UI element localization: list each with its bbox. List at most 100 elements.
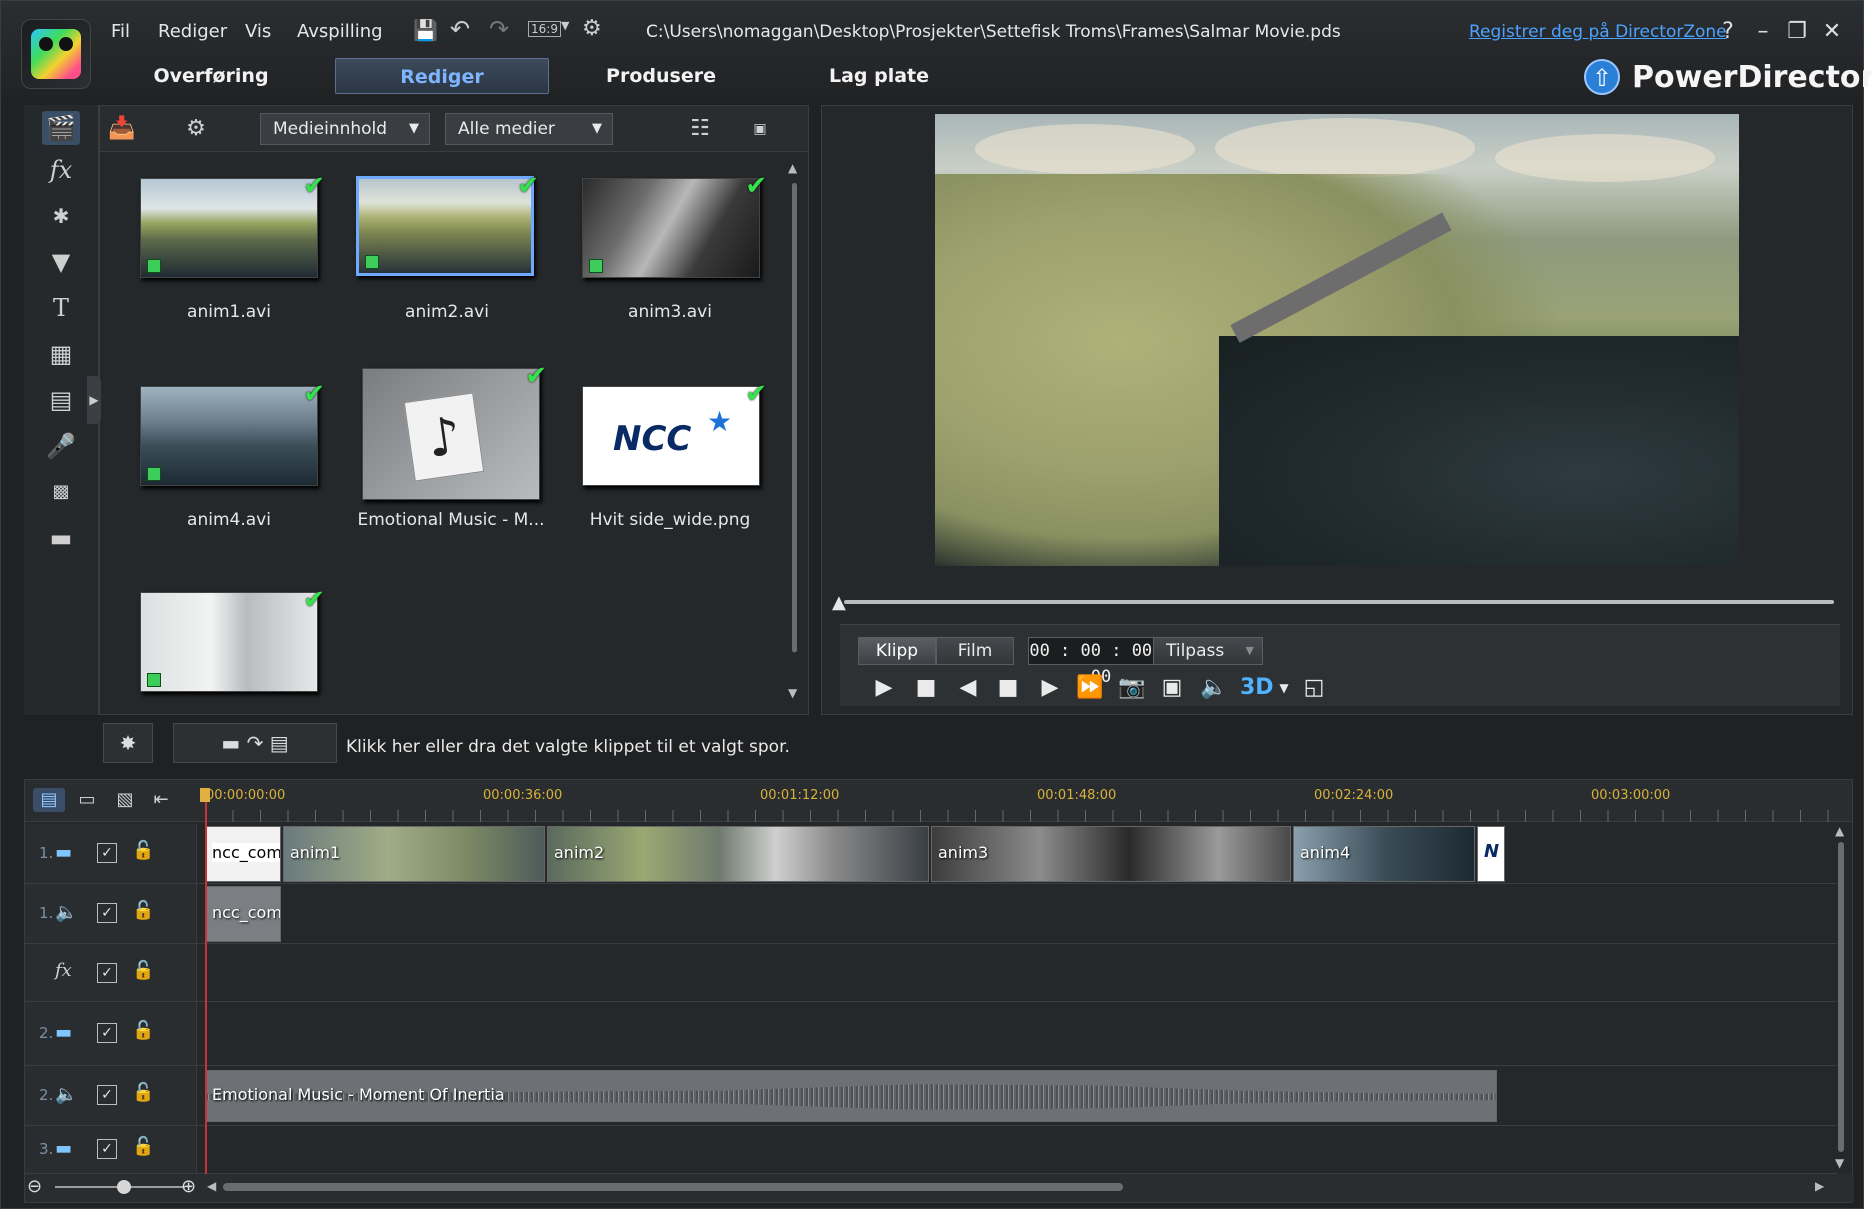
media-thumbnail[interactable]: ✔ ♪ (362, 361, 547, 500)
timeline-clip[interactable]: ncc_com (205, 826, 281, 882)
track-enable-checkbox[interactable]: ✓ (97, 1023, 117, 1043)
help-icon[interactable]: ? (1714, 19, 1742, 44)
scroll-thumb[interactable] (792, 183, 797, 653)
track-enable-checkbox[interactable]: ✓ (97, 1139, 117, 1159)
fit-dropdown[interactable]: Tilpass ▼ (1153, 637, 1263, 665)
previous-frame-icon[interactable]: ◀ (952, 673, 984, 703)
track-lock-icon[interactable]: 🔓 (132, 960, 154, 981)
title-room-icon[interactable]: T (42, 291, 80, 325)
track-lock-icon[interactable]: 🔓 (132, 1020, 154, 1041)
storyboard-view-icon[interactable]: ▭ (71, 788, 103, 812)
media-thumbnail[interactable]: ✔ (140, 585, 325, 692)
media-room-icon[interactable]: 🎬 (42, 111, 80, 145)
preview-scrubber[interactable]: ▲ (832, 592, 1844, 613)
fast-forward-icon[interactable]: ⏩ (1074, 673, 1106, 703)
undock-preview-icon[interactable]: ◱ (1298, 673, 1330, 703)
track-lock-icon[interactable]: 🔓 (132, 900, 154, 921)
close-icon[interactable]: ✕ (1818, 19, 1846, 44)
plugins-icon[interactable]: ⚙ (178, 114, 214, 144)
effects-room-icon[interactable]: fx (42, 153, 80, 187)
media-thumbnail[interactable]: ✔ (140, 171, 325, 278)
library-expander-icon[interactable]: ▶ (87, 376, 101, 424)
tab-edit[interactable]: Rediger (335, 58, 549, 94)
redo-icon[interactable]: ↷ (489, 15, 509, 43)
track-enable-checkbox[interactable]: ✓ (97, 903, 117, 923)
menu-edit[interactable]: Rediger (158, 21, 227, 42)
timeline-vertical-scrollbar[interactable]: ▲ ▼ (1831, 824, 1851, 1174)
add-to-track-button[interactable]: ▬ ↷ ▤ (173, 723, 337, 763)
audio-mixing-icon[interactable]: ▤ (42, 383, 80, 417)
media-thumbnail[interactable]: ✔ NCC ★ (582, 379, 767, 486)
menu-playback[interactable]: Avspilling (297, 21, 383, 42)
track-enable-checkbox[interactable]: ✓ (97, 843, 117, 863)
minimize-icon[interactable]: – (1749, 19, 1777, 44)
subtitle-room-icon[interactable]: ▬ (42, 521, 80, 555)
aspect-ratio-button[interactable]: 16:9 (528, 21, 561, 37)
zoom-out-icon[interactable]: ⊖ (27, 1176, 42, 1197)
scroll-down-icon[interactable]: ▼ (788, 686, 797, 700)
detail-view-icon[interactable]: ▣ (742, 114, 778, 144)
library-scrollbar[interactable]: ▲ ▼ (788, 161, 798, 701)
scroll-right-icon[interactable]: ▶ (1815, 1179, 1824, 1193)
timeline-playhead[interactable] (200, 788, 210, 1198)
zoom-in-icon[interactable]: ⊕ (181, 1176, 196, 1197)
particle-room-icon[interactable]: ▼ (42, 245, 80, 279)
menu-file[interactable]: Fil (111, 21, 130, 42)
tab-capture[interactable]: Overføring (141, 58, 281, 94)
voice-over-microphone-icon[interactable]: 🎤 (42, 429, 80, 463)
scrub-knob-icon[interactable]: ▲ (832, 592, 846, 613)
media-thumbnail-selected[interactable]: ✔ (356, 171, 539, 276)
volume-icon[interactable]: 🔈 (1198, 673, 1230, 703)
media-filter-dropdown[interactable]: Alle medier ▼ (445, 113, 613, 145)
timeline-view-icon[interactable]: ▤ (33, 788, 65, 812)
pip-objects-icon[interactable]: ✱ (42, 199, 80, 233)
timeline-clip[interactable]: anim3 (931, 826, 1291, 882)
magic-tools-icon[interactable]: ✸ (103, 723, 153, 763)
scroll-up-icon[interactable]: ▲ (1835, 824, 1844, 838)
grid-view-icon[interactable]: ☷ (682, 114, 718, 144)
tab-create-disc[interactable]: Lag plate (809, 58, 949, 94)
split-icon[interactable]: ■ (992, 673, 1024, 703)
scrub-track[interactable] (844, 600, 1834, 604)
horizontal-scroll-thumb[interactable] (223, 1183, 1123, 1191)
track-lock-icon[interactable]: 🔓 (132, 840, 154, 861)
track-lock-icon[interactable]: 🔓 (132, 1082, 154, 1103)
aspect-dropdown-icon[interactable]: ▼ (561, 19, 569, 32)
stop-icon[interactable]: ■ (910, 673, 942, 703)
menu-view[interactable]: Vis (245, 21, 271, 42)
maximize-icon[interactable]: ❐ (1783, 19, 1811, 44)
next-frame-icon[interactable]: ▶ (1034, 673, 1066, 703)
timeline-clip[interactable]: anim1 (283, 826, 545, 882)
media-thumbnail[interactable]: ✔ (140, 379, 325, 486)
track-enable-checkbox[interactable]: ✓ (97, 1085, 117, 1105)
save-icon[interactable]: 💾 (413, 18, 438, 42)
timeline-clip-image[interactable]: N (1477, 826, 1505, 882)
track-enable-checkbox[interactable]: ✓ (97, 963, 117, 983)
scroll-thumb[interactable] (1838, 842, 1844, 1152)
media-thumbnail[interactable]: ✔ (582, 171, 767, 278)
scroll-down-icon[interactable]: ▼ (1835, 1156, 1844, 1170)
scroll-left-icon[interactable]: ◀ (207, 1179, 216, 1193)
play-icon[interactable]: ▶ (868, 673, 900, 703)
chapter-room-icon[interactable]: ▩ (42, 475, 80, 509)
timeline-ruler[interactable]: ▤ ▭ ▧ ⇤ 00:00:00:00 00:00:36:00 00:01:12… (25, 780, 1852, 822)
timeline-audio-clip[interactable]: ncc_com (205, 886, 281, 942)
upgrade-arrow-icon[interactable]: ⇧ (1584, 59, 1620, 95)
clip-mode-button[interactable]: Klipp (858, 637, 936, 665)
track-lock-icon[interactable]: 🔓 (132, 1136, 154, 1157)
zoom-slider-knob[interactable] (117, 1180, 131, 1194)
snapshot-camera-icon[interactable]: 📷 (1116, 673, 1148, 703)
track-manager-icon[interactable]: ▧ (109, 788, 141, 812)
dual-monitor-icon[interactable]: ▣ (1156, 673, 1188, 703)
tab-produce[interactable]: Produsere (591, 58, 731, 94)
fit-timeline-icon[interactable]: ⇤ (145, 788, 177, 812)
media-content-dropdown[interactable]: Medieinnhold ▼ (260, 113, 430, 145)
scroll-up-icon[interactable]: ▲ (788, 161, 797, 175)
timeline-music-clip[interactable]: Emotional Music - Moment Of Inertia (205, 1070, 1497, 1122)
timeline-clip[interactable]: anim2 (547, 826, 929, 882)
import-media-icon[interactable]: 📥 (104, 114, 140, 144)
timeline-clip[interactable]: anim4 (1293, 826, 1475, 882)
movie-mode-button[interactable]: Film (936, 637, 1014, 665)
register-link[interactable]: Registrer deg på DirectorZone (1469, 22, 1727, 42)
settings-gear-icon[interactable]: ⚙ (582, 16, 602, 41)
